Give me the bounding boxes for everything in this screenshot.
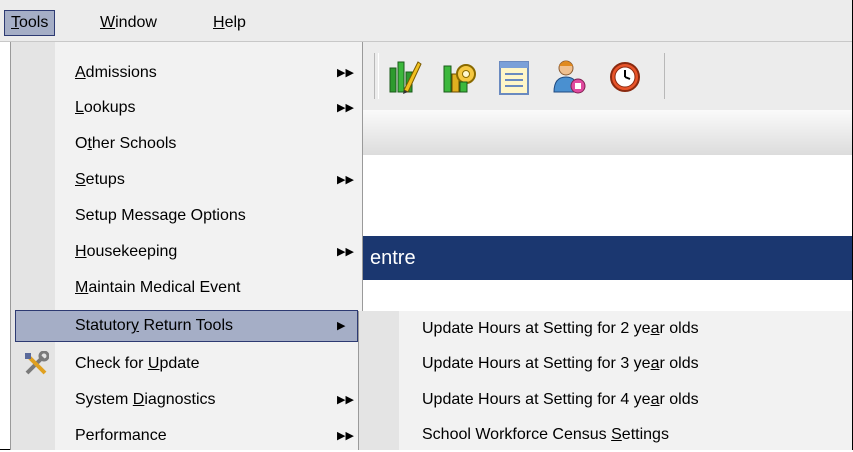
- content-area: [362, 155, 852, 235]
- menu-item-other-schools[interactable]: Other Schools: [15, 128, 358, 160]
- tools-menu: Admissions ▶▶ Lookups ▶▶ Other Schools S…: [10, 42, 363, 450]
- statutory-return-submenu: Update Hours at Setting for 2 year olds …: [358, 311, 852, 450]
- submenu-arrow-icon: ▶▶: [337, 394, 354, 406]
- menu-item-setups[interactable]: Setups ▶▶: [15, 164, 358, 196]
- submenu-item-school-workforce-census-settings[interactable]: School Workforce Census Settings: [422, 418, 669, 452]
- menu-item-statutory-return-tools[interactable]: Statutory Return Tools ▶: [15, 310, 358, 342]
- toolbar-separator: [374, 53, 379, 99]
- submenu-arrow-icon: ▶▶: [337, 102, 354, 114]
- submenu-arrow-icon: ▶▶: [337, 174, 354, 186]
- menu-item-system-diagnostics[interactable]: System Diagnostics ▶▶: [15, 384, 358, 416]
- menu-tools[interactable]: Tools: [4, 10, 56, 36]
- menu-item-performance[interactable]: Performance ▶▶: [15, 420, 358, 452]
- submenu-arrow-icon: ▶▶: [337, 430, 354, 442]
- menu-help[interactable]: Help: [207, 11, 252, 35]
- submenu-arrow-icon: ▶▶: [337, 246, 354, 258]
- menu-bar: Tools Window Help: [0, 0, 852, 42]
- menu-item-check-for-update[interactable]: Check for Update: [15, 348, 358, 380]
- menu-item-housekeeping[interactable]: Housekeeping ▶▶: [15, 236, 358, 268]
- gear-chart-icon[interactable]: [440, 52, 478, 100]
- clock-icon[interactable]: [606, 52, 644, 100]
- submenu-arrow-icon: ▶: [337, 320, 346, 332]
- menu-item-setup-message-options[interactable]: Setup Message Options: [15, 200, 358, 232]
- menu-item-lookups[interactable]: Lookups ▶▶: [15, 92, 358, 124]
- submenu-item-hours-3-year-olds[interactable]: Update Hours at Setting for 3 year olds: [422, 347, 699, 381]
- page-banner: entre: [362, 236, 852, 280]
- app-window: Tools Window Help entre Admissions ▶▶ Lo…: [0, 0, 853, 450]
- submenu-item-hours-2-year-olds[interactable]: Update Hours at Setting for 2 year olds: [422, 312, 699, 346]
- toolbar-separator: [664, 53, 667, 99]
- pencil-chart-icon[interactable]: [384, 52, 422, 100]
- tools-icon: [23, 350, 50, 377]
- menu-window[interactable]: Window: [94, 11, 163, 35]
- gradient-band: [362, 110, 852, 155]
- menu-item-maintain-medical-event[interactable]: Maintain Medical Event: [15, 272, 358, 304]
- submenu-arrow-icon: ▶▶: [337, 67, 354, 79]
- menu-icon-gutter: [359, 311, 399, 450]
- menu-item-admissions[interactable]: Admissions ▶▶: [15, 57, 358, 89]
- user-group-icon[interactable]: [550, 52, 588, 100]
- report-sheet-icon[interactable]: [495, 52, 533, 100]
- submenu-item-hours-4-year-olds[interactable]: Update Hours at Setting for 4 year olds: [422, 383, 699, 417]
